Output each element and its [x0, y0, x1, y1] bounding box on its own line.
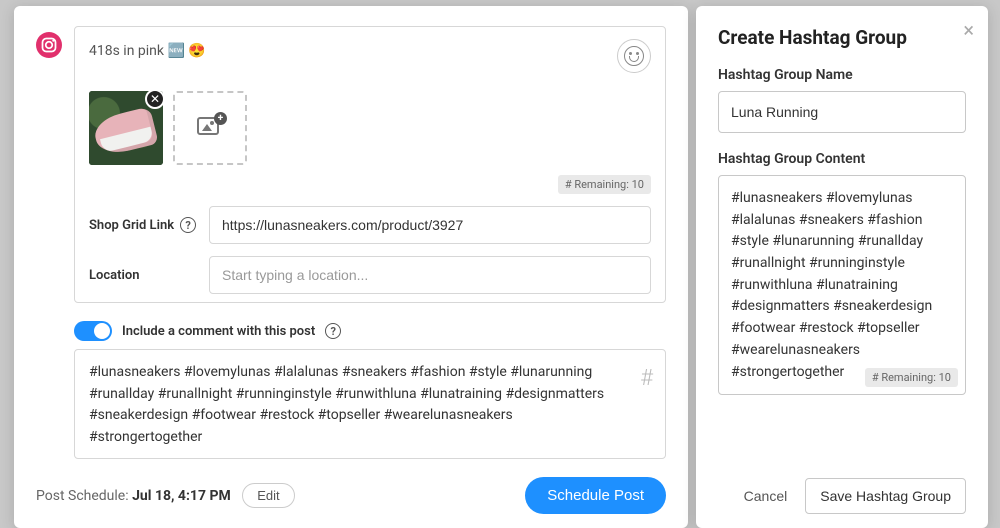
- cancel-button[interactable]: Cancel: [744, 488, 788, 504]
- shop-grid-label: Shop Grid Link ?: [89, 217, 197, 233]
- media-remaining-badge: # Remaining: 10: [558, 175, 651, 194]
- smile-icon: [624, 46, 644, 66]
- help-icon[interactable]: ?: [325, 323, 341, 339]
- schedule-post-button[interactable]: Schedule Post: [525, 477, 666, 514]
- save-hashtag-group-button[interactable]: Save Hashtag Group: [805, 478, 966, 514]
- compose-post-panel: 418s in pink 🆕 😍 ✕ +: [14, 6, 688, 528]
- close-icon[interactable]: ×: [963, 18, 974, 42]
- instagram-icon: [36, 32, 62, 58]
- group-content-textarea[interactable]: #lunasneakers #lovemylunas #lalalunas #s…: [718, 175, 966, 395]
- hashtag-remaining-badge: # Remaining: 10: [865, 368, 958, 387]
- first-comment-textarea[interactable]: #lunasneakers #lovemylunas #lalalunas #s…: [74, 349, 666, 459]
- location-input[interactable]: [209, 256, 651, 294]
- hashtag-group-panel: × Create Hashtag Group Hashtag Group Nam…: [696, 6, 988, 528]
- emoji-picker-button[interactable]: [617, 39, 651, 73]
- group-name-input[interactable]: [718, 91, 966, 133]
- image-plus-icon: +: [197, 117, 223, 139]
- panel-title: Create Hashtag Group: [718, 26, 966, 49]
- group-name-label: Hashtag Group Name: [718, 67, 966, 83]
- location-label: Location: [89, 268, 197, 283]
- hashtag-icon[interactable]: #: [640, 362, 653, 396]
- edit-schedule-button[interactable]: Edit: [242, 483, 294, 508]
- post-schedule-label: Post Schedule: Jul 18, 4:17 PM: [36, 488, 234, 504]
- include-comment-toggle[interactable]: [74, 321, 112, 341]
- add-media-button[interactable]: +: [173, 91, 247, 165]
- help-icon[interactable]: ?: [180, 217, 196, 233]
- media-thumbnail[interactable]: ✕: [89, 91, 163, 165]
- remove-media-button[interactable]: ✕: [145, 91, 163, 109]
- group-content-label: Hashtag Group Content: [718, 151, 966, 167]
- shop-grid-input[interactable]: [209, 206, 651, 244]
- include-comment-label: Include a comment with this post: [122, 324, 315, 339]
- compose-box: 418s in pink 🆕 😍 ✕ +: [74, 26, 666, 303]
- caption-text[interactable]: 418s in pink 🆕 😍: [89, 39, 206, 59]
